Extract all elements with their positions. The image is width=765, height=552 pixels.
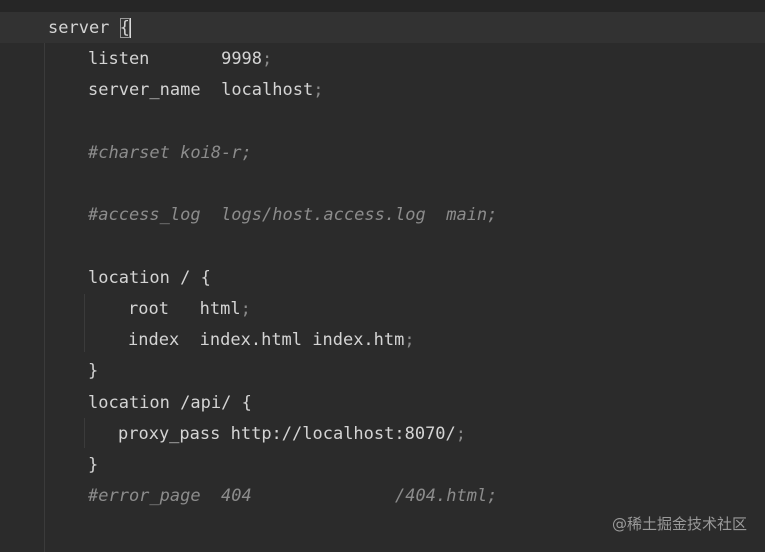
root-keyword: root	[128, 299, 169, 319]
code-line-index[interactable]: index index.html index.htm;	[128, 325, 415, 356]
code-line-charset-comment[interactable]: #charset koi8-r;	[88, 138, 252, 169]
semicolon: ;	[455, 424, 467, 444]
indent-guide	[44, 43, 45, 552]
open-brace: {	[241, 393, 252, 413]
index-keyword: index	[128, 330, 180, 350]
indent-guide	[84, 418, 85, 448]
semicolon: ;	[313, 80, 324, 100]
proxy-pass-keyword: proxy_pass	[118, 424, 221, 444]
code-line-access-log-comment[interactable]: #access_log logs/host.access.log main;	[88, 200, 497, 231]
watermark: @稀土掘金技术社区	[611, 515, 747, 533]
server-keyword: server	[48, 18, 110, 38]
location-path: /	[180, 268, 191, 288]
semicolon: ;	[404, 330, 415, 350]
code-line-error-page-comment[interactable]: #error_page 404 /404.html;	[88, 481, 497, 512]
code-line-location-root[interactable]: location / {	[88, 263, 211, 294]
code-line-server[interactable]: server {	[48, 13, 131, 44]
server-name-keyword: server_name	[88, 80, 201, 100]
listen-keyword: listen	[88, 49, 150, 69]
semicolon: ;	[240, 299, 251, 319]
code-editor[interactable]: server { listen 9998; server_name localh…	[0, 0, 765, 552]
listen-value: 9998	[221, 49, 263, 69]
code-line-listen[interactable]: listen 9998;	[88, 44, 272, 75]
location-keyword: location	[88, 268, 170, 288]
code-line-close-brace[interactable]: }	[88, 450, 98, 481]
index-value: index.html index.htm	[199, 330, 405, 350]
proxy-pass-value: http://localhost:8070/	[230, 424, 456, 444]
code-line-root[interactable]: root html;	[128, 294, 251, 325]
indent-guide	[84, 294, 85, 352]
code-line-location-api[interactable]: location /api/ {	[88, 388, 252, 419]
editor-top-strip	[0, 0, 765, 12]
open-brace: {	[200, 268, 211, 288]
server-name-value: localhost	[221, 80, 314, 100]
location-keyword: location	[88, 393, 170, 413]
code-line-server-name[interactable]: server_name localhost;	[88, 75, 323, 106]
semicolon: ;	[262, 49, 273, 69]
text-caret	[128, 18, 131, 38]
code-line-proxy-pass[interactable]: proxy_pass http://localhost:8070/;	[118, 419, 466, 450]
code-line-close-brace[interactable]: }	[88, 356, 98, 387]
location-path: /api/	[180, 393, 232, 413]
root-value: html	[199, 299, 241, 319]
